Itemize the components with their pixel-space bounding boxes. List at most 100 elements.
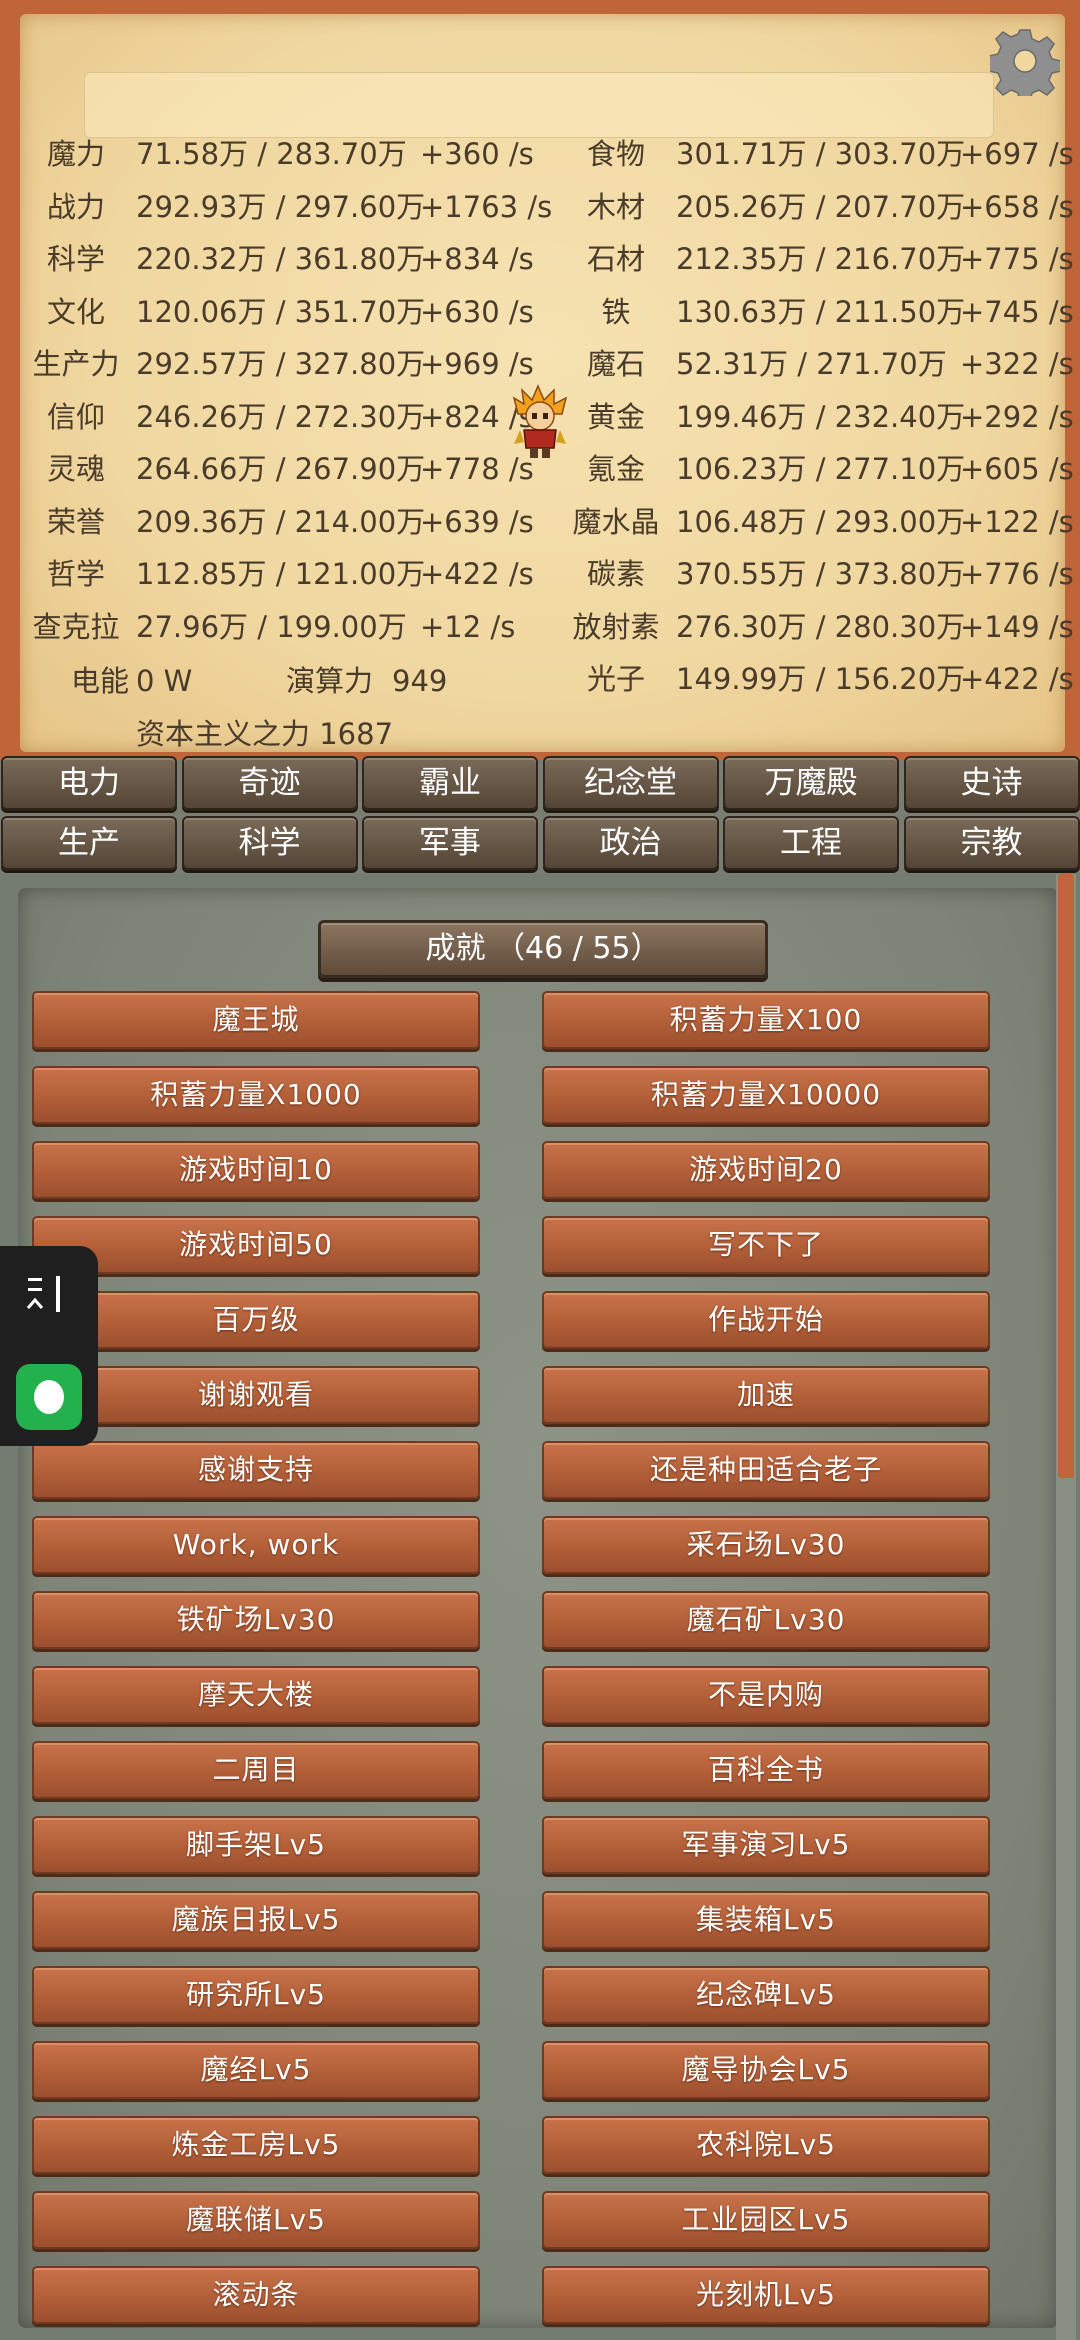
resource-name: 魔石 (586, 347, 645, 381)
tab-tabs_row2-2[interactable]: 军事 (362, 816, 538, 870)
tab-tabs_row2-4[interactable]: 工程 (723, 816, 899, 870)
capitalism-row: 资本主义之力 1687 (136, 708, 393, 760)
resource-name: 魔水晶 (572, 504, 660, 539)
achievement-button[interactable]: 写不下了 (542, 1216, 990, 1274)
resource-value: 264.66万 / 267.90万 (136, 452, 426, 486)
gear-icon[interactable] (990, 26, 1060, 96)
achievement-button[interactable]: 工业园区Lv5 (542, 2191, 990, 2249)
achievement-button[interactable]: 军事演习Lv5 (542, 1816, 990, 1874)
achievement-button[interactable]: 魔经Lv5 (32, 2041, 480, 2099)
tab-tabs_row1-1[interactable]: 奇迹 (181, 756, 358, 810)
resource-row: 信仰 246.26万 / 272.30万 +824 /s (16, 391, 576, 443)
resource-value: 292.93万 / 297.60万 (136, 189, 426, 224)
resource-value: 199.46万 / 232.40万 (676, 399, 966, 434)
tab-tabs_row2-5[interactable]: 宗教 (903, 816, 1080, 870)
tab-tabs_row1-5[interactable]: 史诗 (903, 756, 1080, 810)
resource-rate: +697 /s (960, 137, 1074, 171)
resource-rate: +1763 /s (420, 189, 553, 224)
resource-value: 205.26万 / 207.70万 (676, 189, 966, 224)
achievement-button[interactable]: 百万级 (32, 1291, 480, 1349)
resource-value: 130.63万 / 211.50万 (676, 294, 966, 329)
resource-value: 276.30万 / 280.30万 (676, 609, 966, 644)
resource-name: 科学 (46, 242, 105, 276)
menu-icon[interactable] (22, 1268, 76, 1322)
tab-tabs_row2-1[interactable]: 科学 (181, 816, 358, 870)
resource-value: 52.31万 / 271.70万 (676, 347, 947, 381)
resource-value: 106.48万 / 293.00万 (676, 504, 966, 539)
chat-bubble-icon[interactable] (16, 1364, 82, 1430)
resource-rate: +630 /s (420, 294, 534, 329)
resource-row: 魔石 52.31万 / 271.70万 +322 /s (556, 338, 1080, 390)
resource-name: 氪金 (586, 452, 645, 486)
resource-rate: +360 /s (420, 137, 534, 171)
resource-value: 212.35万 / 216.70万 (676, 242, 966, 276)
achievement-button[interactable]: 脚手架Lv5 (32, 1816, 480, 1874)
resource-row: 荣誉 209.36万 / 214.00万 +639 /s (16, 496, 576, 548)
resource-rate: +122 /s (960, 504, 1074, 539)
resource-name: 石材 (586, 242, 645, 276)
compute-value: 949 (392, 664, 448, 698)
hero-sprite[interactable] (510, 384, 570, 460)
achievement-button[interactable]: 集装箱Lv5 (542, 1891, 990, 1949)
resource-row: 石材 212.35万 / 216.70万 +775 /s (556, 233, 1080, 285)
resource-rate: +775 /s (960, 242, 1074, 276)
floating-widget (0, 1246, 98, 1446)
achievement-button[interactable]: 魔导协会Lv5 (542, 2041, 990, 2099)
achievement-button[interactable]: 作战开始 (542, 1291, 990, 1349)
power-row: 电能 0 W 演算力 949 (22, 655, 502, 707)
achievement-button[interactable]: 感谢支持 (32, 1441, 480, 1499)
resource-rate: +834 /s (420, 242, 534, 276)
resource-row: 战力 292.93万 / 297.60万 +1763 /s (16, 181, 576, 233)
achievement-button[interactable]: 魔联储Lv5 (32, 2191, 480, 2249)
achievement-button[interactable]: 魔王城 (32, 991, 480, 1049)
achievement-button[interactable]: 百科全书 (542, 1741, 990, 1799)
resource-value: 301.71万 / 303.70万 (676, 137, 966, 171)
resource-value: 71.58万 / 283.70万 (136, 137, 407, 171)
resource-value: 112.85万 / 121.00万 (136, 557, 426, 591)
achievement-button[interactable]: 炼金工房Lv5 (32, 2116, 480, 2174)
achievement-button[interactable]: 积蓄力量X1000 (32, 1066, 480, 1124)
achievement-button[interactable]: 铁矿场Lv30 (32, 1591, 480, 1649)
achievement-button[interactable]: 魔石矿Lv30 (542, 1591, 990, 1649)
achievement-button[interactable]: 不是内购 (542, 1666, 990, 1724)
resource-value: 292.57万 / 327.80万 (136, 347, 426, 381)
resource-row: 查克拉 27.96万 / 199.00万 +12 /s (16, 601, 576, 653)
achievement-button[interactable]: 游戏时间10 (32, 1141, 480, 1199)
resource-row: 氪金 106.23万 / 277.10万 +605 /s (556, 443, 1080, 495)
tab-tabs_row1-3[interactable]: 纪念堂 (542, 756, 719, 810)
achievement-button[interactable]: 研究所Lv5 (32, 1966, 480, 2024)
resource-row: 黄金 199.46万 / 232.40万 +292 /s (556, 391, 1080, 443)
achievement-button[interactable]: 光刻机Lv5 (542, 2266, 990, 2324)
resource-name: 食物 (586, 137, 645, 171)
achievement-button[interactable]: 采石场Lv30 (542, 1516, 990, 1574)
achievement-button[interactable]: 积蓄力量X100 (542, 991, 990, 1049)
achievement-button[interactable]: 二周目 (32, 1741, 480, 1799)
tab-tabs_row1-2[interactable]: 霸业 (362, 756, 538, 810)
achievement-button[interactable]: 游戏时间20 (542, 1141, 990, 1199)
achievement-button[interactable]: 滚动条 (32, 2266, 480, 2324)
resource-name: 光子 (586, 662, 645, 696)
achievement-button[interactable]: 纪念碑Lv5 (542, 1966, 990, 2024)
resource-row: 魔水晶 106.48万 / 293.00万 +122 /s (556, 496, 1080, 548)
achievement-button[interactable]: Work, work (32, 1516, 480, 1574)
resource-row: 碳素 370.55万 / 373.80万 +776 /s (556, 548, 1080, 600)
tab-tabs_row2-3[interactable]: 政治 (542, 816, 719, 870)
tab-tabs_row2-0[interactable]: 生产 (1, 816, 177, 870)
tab-tabs_row1-4[interactable]: 万魔殿 (723, 756, 899, 810)
scrollbar-thumb[interactable] (1058, 874, 1074, 1478)
tab-tabs_row1-0[interactable]: 电力 (1, 756, 177, 810)
achievement-button[interactable]: 加速 (542, 1366, 990, 1424)
achievement-button[interactable]: 积蓄力量X10000 (542, 1066, 990, 1124)
achievement-button[interactable]: 魔族日报Lv5 (32, 1891, 480, 1949)
achievement-button[interactable]: 游戏时间50 (32, 1216, 480, 1274)
resource-name: 魔力 (46, 137, 105, 171)
achievement-button[interactable]: 农科院Lv5 (542, 2116, 990, 2174)
achievement-button[interactable]: 摩天大楼 (32, 1666, 480, 1724)
resource-value: 220.32万 / 361.80万 (136, 242, 426, 276)
achievement-button[interactable]: 谢谢观看 (32, 1366, 480, 1424)
resource-row: 食物 301.71万 / 303.70万 +697 /s (556, 128, 1080, 180)
resource-name: 文化 (46, 294, 105, 329)
achievement-button[interactable]: 还是种田适合老子 (542, 1441, 990, 1499)
resource-name: 哲学 (46, 557, 105, 591)
resource-rate: +969 /s (420, 347, 534, 381)
